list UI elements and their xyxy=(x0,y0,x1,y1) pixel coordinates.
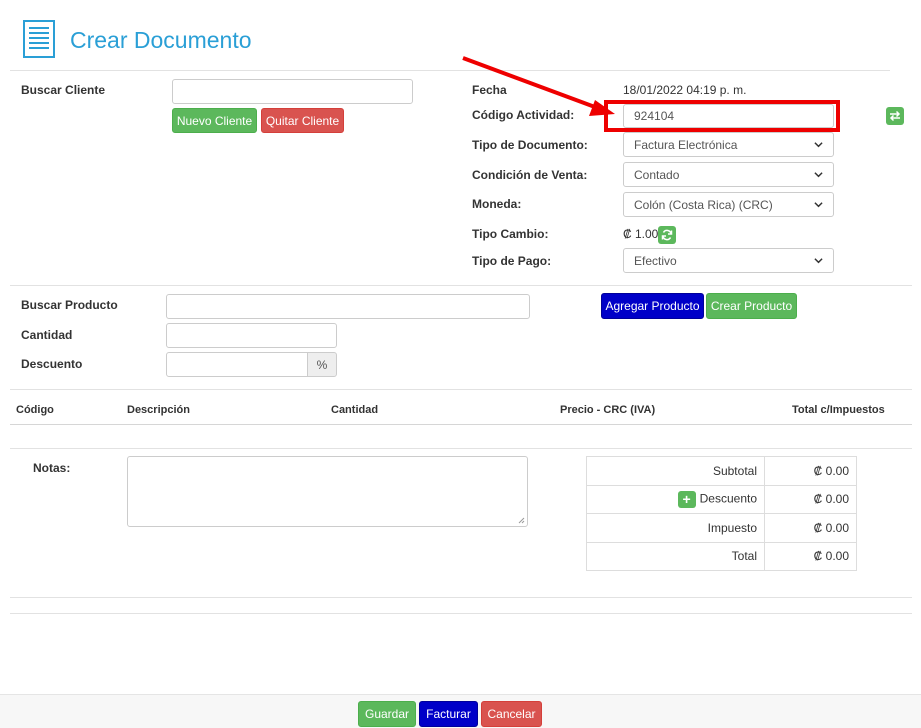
tipo-pago-select[interactable]: Efectivo xyxy=(623,248,834,273)
notes-textarea[interactable] xyxy=(127,456,528,527)
tipo-pago-value: Efectivo xyxy=(634,253,677,268)
percent-addon: % xyxy=(307,352,337,377)
remove-client-button[interactable]: Quitar Cliente xyxy=(261,108,344,133)
save-button[interactable]: Guardar xyxy=(358,701,416,727)
new-client-button[interactable]: Nuevo Cliente xyxy=(172,108,257,133)
client-search-label: Buscar Cliente xyxy=(21,83,106,97)
total-value: ₡ 0.00 xyxy=(764,541,857,571)
product-search-input[interactable] xyxy=(166,294,530,319)
plus-icon[interactable]: + xyxy=(677,490,696,508)
cancel-button[interactable]: Cancelar xyxy=(481,701,542,727)
impuesto-label: Impuesto xyxy=(586,513,765,543)
notes-label: Notas: xyxy=(33,461,71,475)
col-header-codigo: Código xyxy=(16,404,54,416)
tipo-pago-label: Tipo de Pago: xyxy=(472,254,552,268)
table-row: Impuesto ₡ 0.00 xyxy=(586,513,857,543)
condicion-label: Condición de Venta: xyxy=(472,168,588,182)
total-label: Total xyxy=(586,541,765,571)
product-search-label: Buscar Producto xyxy=(21,298,118,312)
table-row: + Descuento ₡ 0.00 xyxy=(586,484,857,514)
descuento-total-value: ₡ 0.00 xyxy=(764,484,857,514)
section-divider xyxy=(10,285,912,286)
descuento-input[interactable] xyxy=(166,352,308,377)
descuento-label: Descuento xyxy=(21,357,83,371)
moneda-value: Colón (Costa Rica) (CRC) xyxy=(634,197,773,212)
page-title: Crear Documento xyxy=(70,27,252,53)
invoice-button[interactable]: Facturar xyxy=(419,701,478,727)
condicion-select[interactable]: Contado xyxy=(623,162,834,187)
tipo-doc-label: Tipo de Documento: xyxy=(472,138,588,152)
moneda-label: Moneda: xyxy=(472,197,522,211)
subtotal-value: ₡ 0.00 xyxy=(764,456,857,486)
chevron-down-icon xyxy=(814,202,823,208)
tipo-cambio-label: Tipo Cambio: xyxy=(472,227,549,241)
subtotal-label: Subtotal xyxy=(586,456,765,486)
descuento-total-label: Descuento xyxy=(699,491,757,506)
table-divider xyxy=(10,448,912,449)
condicion-value: Contado xyxy=(634,167,680,182)
col-header-precio: Precio - CRC (IVA) xyxy=(560,404,656,416)
moneda-select[interactable]: Colón (Costa Rica) (CRC) xyxy=(623,192,834,217)
cantidad-label: Cantidad xyxy=(21,328,73,342)
create-product-button[interactable]: Crear Producto xyxy=(706,293,797,319)
tipo-doc-value: Factura Electrónica xyxy=(634,137,738,152)
table-header-divider xyxy=(10,424,912,425)
tipo-cambio-value: ₡ 1.00 xyxy=(623,227,659,241)
table-row: Subtotal ₡ 0.00 xyxy=(586,456,857,486)
resize-handle-icon[interactable] xyxy=(518,517,525,524)
add-product-button[interactable]: Agregar Producto xyxy=(601,293,704,319)
col-header-descripcion: Descripción xyxy=(127,404,190,416)
chevron-down-icon xyxy=(814,172,823,178)
chevron-down-icon xyxy=(814,258,823,264)
section-divider xyxy=(10,613,912,614)
chevron-down-icon xyxy=(814,142,823,148)
cantidad-input[interactable] xyxy=(166,323,337,348)
client-search-input[interactable] xyxy=(172,79,413,104)
arrow-annotation xyxy=(462,56,615,116)
col-header-cantidad: Cantidad xyxy=(331,404,379,416)
descuento-total-cell: + Descuento xyxy=(586,484,765,514)
refresh-icon[interactable] xyxy=(658,226,676,244)
header-divider xyxy=(10,70,890,71)
document-list-icon xyxy=(23,20,55,58)
tipo-doc-select[interactable]: Factura Electrónica xyxy=(623,132,834,157)
swap-icon[interactable] xyxy=(886,107,904,125)
fecha-value: 18/01/2022 04:19 p. m. xyxy=(623,83,747,97)
section-divider xyxy=(10,389,912,390)
impuesto-value: ₡ 0.00 xyxy=(764,513,857,543)
col-header-total: Total c/Impuestos xyxy=(792,404,885,416)
totals-table: Subtotal ₡ 0.00 + Descuento ₡ 0.00 Impues… xyxy=(586,456,857,571)
table-row: Total ₡ 0.00 xyxy=(586,541,857,571)
section-divider xyxy=(10,597,912,598)
highlight-box xyxy=(604,100,840,132)
